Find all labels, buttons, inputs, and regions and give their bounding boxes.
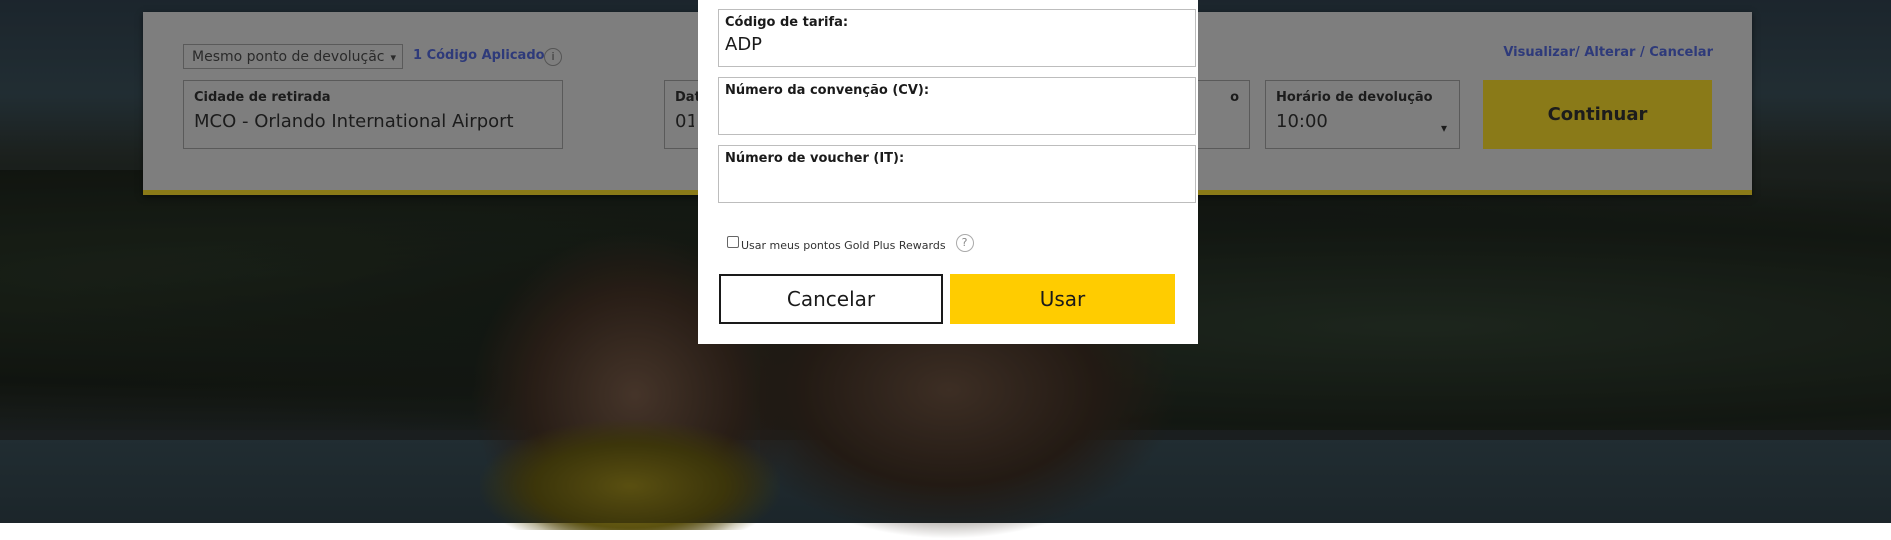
rate-code-field[interactable]: Código de tarifa: ADP — [718, 9, 1196, 67]
dropoff-select-value: Mesmo ponto de devoluçãc — [192, 49, 385, 65]
dropoff-location-select[interactable]: Mesmo ponto de devoluçãc ▾ — [183, 44, 403, 69]
help-icon[interactable]: ? — [955, 234, 974, 252]
convention-number-field[interactable]: Número da convenção (CV): — [718, 77, 1196, 135]
gold-plus-rewards-row: Usar meus pontos Gold Plus Rewards ? — [727, 232, 974, 252]
voucher-number-field[interactable]: Número de voucher (IT): — [718, 145, 1196, 203]
continue-button[interactable]: Continuar — [1483, 80, 1712, 149]
use-button[interactable]: Usar — [950, 274, 1175, 324]
return-time-value: 10:00 — [1276, 111, 1328, 132]
gold-plus-label[interactable]: Usar meus pontos Gold Plus Rewards — [741, 239, 946, 252]
chevron-down-icon: ▾ — [390, 51, 396, 64]
pickup-city-value: MCO - Orlando International Airport — [194, 111, 514, 132]
pickup-date-value: 01 — [675, 111, 694, 132]
gold-plus-checkbox[interactable] — [727, 236, 739, 248]
chevron-down-icon: ▾ — [1440, 121, 1447, 135]
cancel-button[interactable]: Cancelar — [719, 274, 943, 324]
code-applied-link[interactable]: 1 Código Aplicado — [413, 48, 545, 63]
return-date-field[interactable]: o — [1198, 80, 1250, 149]
return-date-label: o — [1230, 90, 1239, 105]
pickup-city-field[interactable]: Cidade de retirada MCO - Orlando Interna… — [183, 80, 563, 149]
pickup-city-label: Cidade de retirada — [194, 90, 331, 105]
rate-code-label: Código de tarifa: — [725, 15, 849, 30]
convention-number-label: Número da convenção (CV): — [725, 83, 930, 98]
promo-code-modal: Código de tarifa: ADP Número da convençã… — [698, 0, 1198, 344]
voucher-number-label: Número de voucher (IT): — [725, 151, 905, 166]
pickup-date-label: Dat — [675, 90, 701, 105]
info-icon[interactable]: i — [544, 48, 562, 66]
rate-code-value: ADP — [725, 34, 763, 55]
view-change-cancel-link[interactable]: Visualizar/ Alterar / Cancelar — [1503, 45, 1713, 60]
return-time-label: Horário de devolução — [1276, 90, 1433, 105]
return-time-field[interactable]: Horário de devolução 10:00 ▾ — [1265, 80, 1460, 149]
